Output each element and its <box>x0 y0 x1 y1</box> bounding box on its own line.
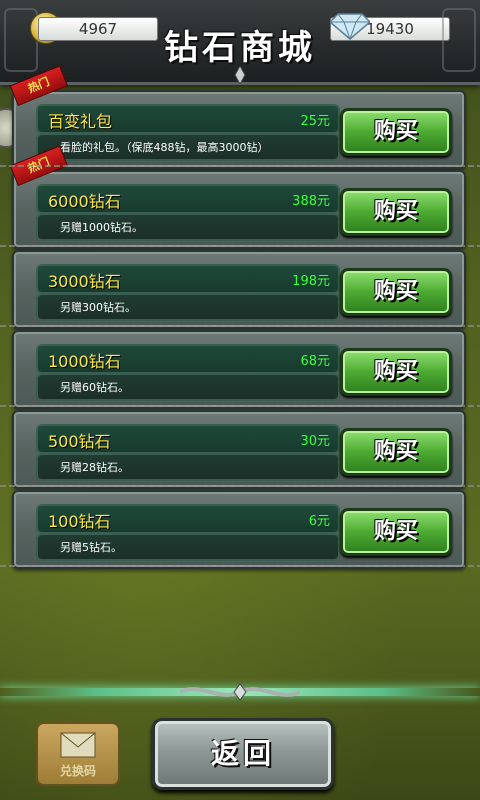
ornament-icon <box>234 66 246 84</box>
item-description: 看脸的礼包。（保底488钻，最高3000钻） <box>60 141 269 154</box>
shop-item-row: 3000钻石 198元 另赠300钻石。 购买 <box>12 250 466 329</box>
item-name-bar: 100钻石 6元 <box>36 504 340 534</box>
shop-item-row: 1000钻石 68元 另赠60钻石。 购买 <box>12 330 466 409</box>
shop-item-row: 500钻石 30元 另赠28钻石。 购买 <box>12 410 466 489</box>
item-price: 68元 <box>300 354 330 369</box>
item-desc-bar: 另赠28钻石。 <box>36 453 340 481</box>
item-description: 另赠60钻石。 <box>60 381 129 394</box>
item-desc-bar: 看脸的礼包。（保底488钻，最高3000钻） <box>36 133 340 161</box>
item-desc-bar: 另赠1000钻石。 <box>36 213 340 241</box>
item-description: 另赠28钻石。 <box>60 461 129 474</box>
item-price: 388元 <box>292 194 330 209</box>
buy-button[interactable]: 购买 <box>340 108 452 156</box>
diamond-icon <box>330 13 370 40</box>
redeem-code-label: 兑换码 <box>59 764 96 778</box>
redeem-code-button[interactable]: 兑换码 <box>36 722 120 786</box>
item-price: 6元 <box>308 514 330 529</box>
item-description: 另赠300钻石。 <box>60 301 136 314</box>
item-name-bar: 6000钻石 388元 <box>36 184 340 214</box>
item-name-bar: 1000钻石 68元 <box>36 344 340 374</box>
chain-divider <box>0 325 480 327</box>
item-desc-bar: 另赠300钻石。 <box>36 293 340 321</box>
chain-divider <box>0 485 480 487</box>
chain-divider <box>0 245 480 247</box>
back-button[interactable]: 返回 <box>152 718 334 790</box>
buy-button[interactable]: 购买 <box>340 428 452 476</box>
item-name: 1000钻石 <box>48 352 121 371</box>
top-bar: S 4967 钻石商城 19430 <box>0 0 480 85</box>
buy-button[interactable]: 购买 <box>340 508 452 556</box>
shop-item-row: 6000钻石 388元 另赠1000钻石。 购买 热门 <box>9 145 466 249</box>
item-description: 另赠1000钻石。 <box>60 221 143 234</box>
item-desc-bar: 另赠60钻石。 <box>36 373 340 401</box>
item-name: 百变礼包 <box>48 112 113 131</box>
item-name: 100钻石 <box>48 512 111 531</box>
buy-button[interactable]: 购买 <box>340 348 452 396</box>
chain-divider <box>0 565 480 567</box>
item-description: 另赠5钻石。 <box>60 541 122 554</box>
chain-divider <box>0 165 480 167</box>
shop-item-row: 百变礼包 25元 看脸的礼包。（保底488钻，最高3000钻） 购买 热门 <box>9 65 466 169</box>
item-price: 30元 <box>300 434 330 449</box>
buy-button[interactable]: 购买 <box>340 268 452 316</box>
item-desc-bar: 另赠5钻石。 <box>36 533 340 561</box>
shop-item-row: 100钻石 6元 另赠5钻石。 购买 <box>12 490 466 569</box>
item-name-bar: 500钻石 30元 <box>36 424 340 454</box>
item-name: 3000钻石 <box>48 272 121 291</box>
item-name: 6000钻石 <box>48 192 121 211</box>
item-name-bar: 3000钻石 198元 <box>36 264 340 294</box>
item-name-bar: 百变礼包 25元 <box>36 104 340 134</box>
envelope-icon <box>60 732 96 758</box>
buy-button[interactable]: 购买 <box>340 188 452 236</box>
chain-divider <box>0 405 480 407</box>
item-price: 198元 <box>292 274 330 289</box>
ornament-icon <box>180 683 300 701</box>
item-price: 25元 <box>300 114 330 129</box>
item-name: 500钻石 <box>48 432 111 451</box>
